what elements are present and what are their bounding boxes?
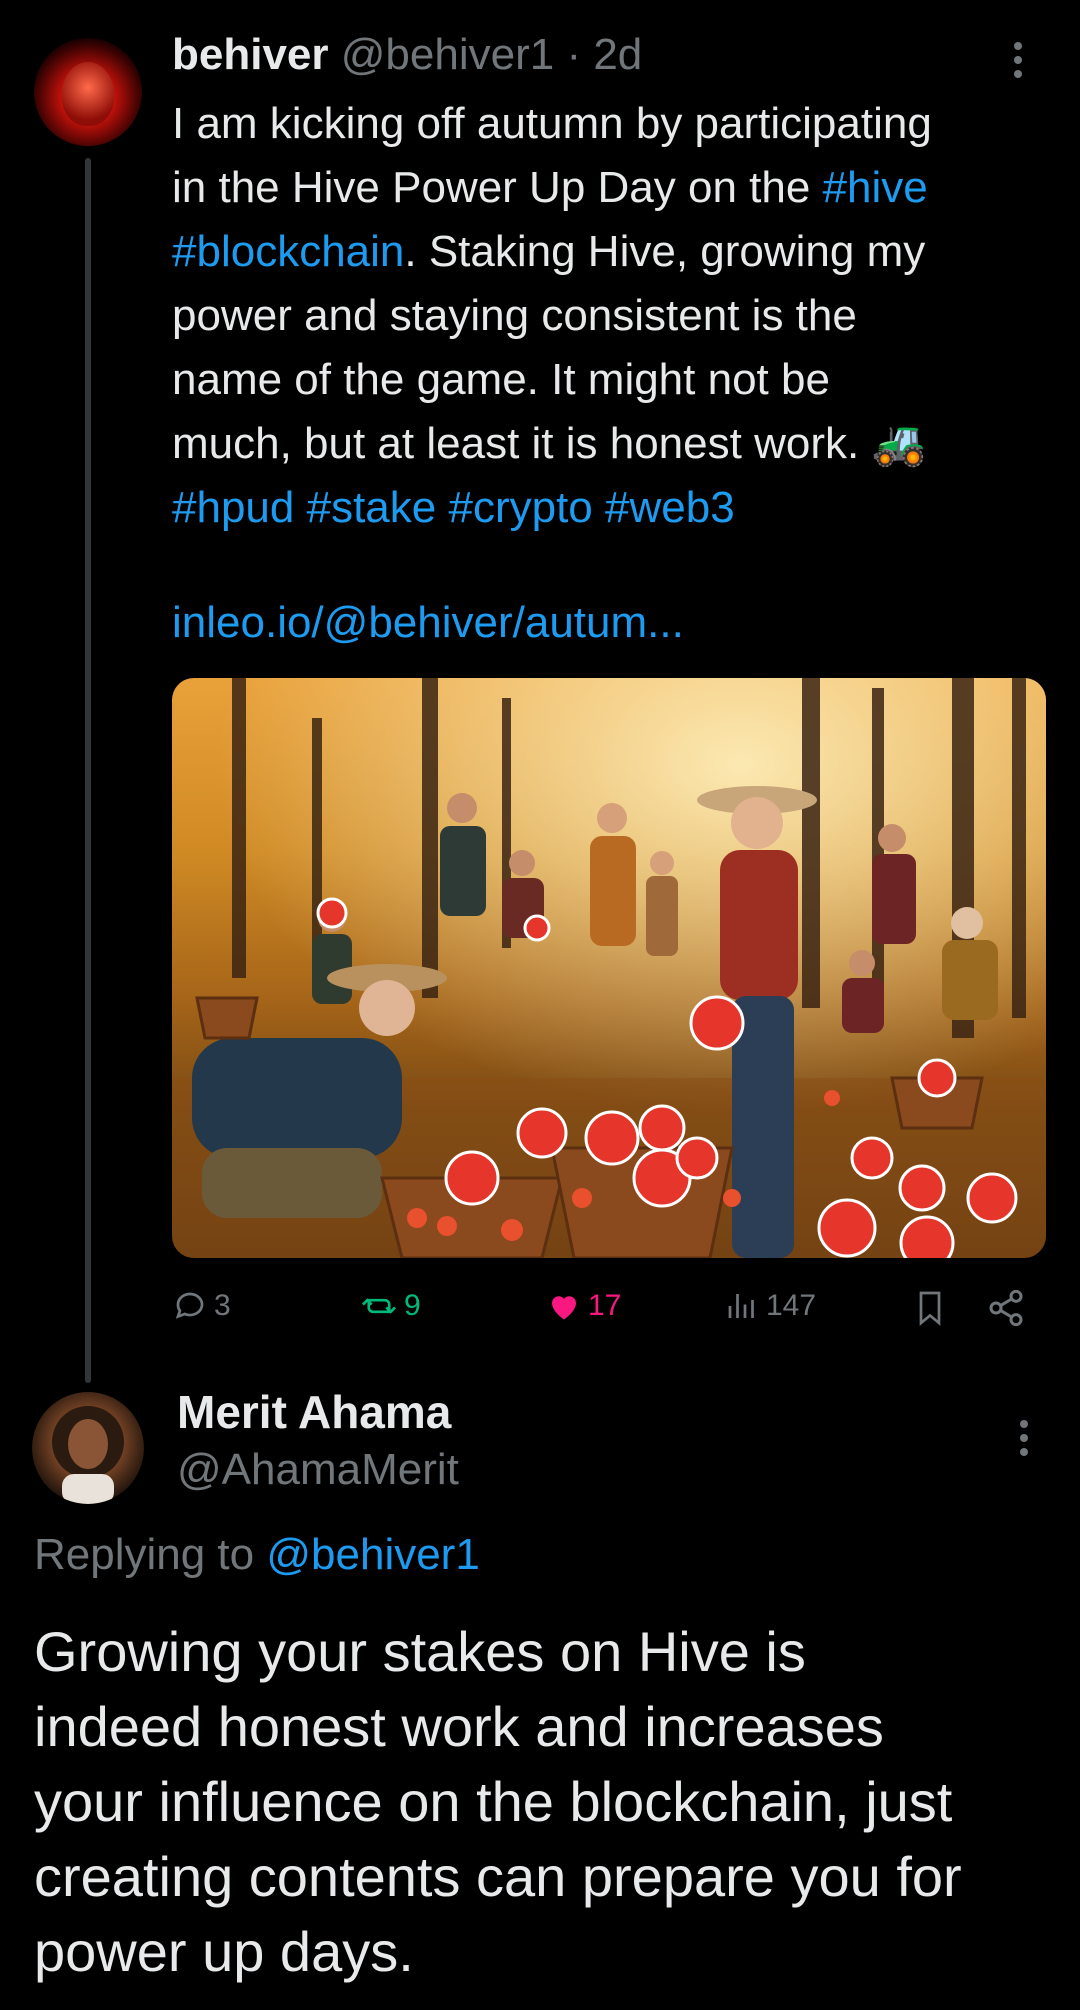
tweet-link[interactable]: inleo.io/@behiver/autum... <box>172 598 684 648</box>
tweet-text-line: I am kicking off autumn by participating <box>172 92 1052 156</box>
tweet-text-segment: power and staying consistent is the <box>172 291 857 340</box>
tweet-text-segment: 🚜 <box>871 419 927 468</box>
reply-text-line: indeed honest work and increases <box>34 1695 884 1758</box>
views-chart-icon <box>728 1294 754 1318</box>
reply-more-options-icon[interactable] <box>1016 1420 1032 1460</box>
repost-button[interactable]: 9 <box>360 1288 421 1324</box>
author-display-name[interactable]: behiver <box>172 30 329 79</box>
tweet-action-bar: 3 9 17 147 <box>172 1282 1052 1338</box>
bookmark-button[interactable] <box>912 1288 948 1328</box>
tweet-text-segment: . Staking Hive, growing my <box>404 227 926 276</box>
replying-to-line: Replying to @behiver1 <box>34 1530 480 1580</box>
tweet-text: I am kicking off autumn by participating… <box>172 92 1052 540</box>
tweet-text-line: #hpud #stake #crypto #web3 <box>172 476 1052 540</box>
merit-avatar[interactable] <box>32 1392 144 1504</box>
profile-photo <box>52 1406 124 1504</box>
reply-text-line: power up days. <box>34 1920 414 1983</box>
reply-text: Growing your stakes on Hive is indeed hon… <box>34 1614 1054 1989</box>
hashtag-link[interactable]: #web3 <box>605 483 735 532</box>
tweet-text-segment <box>436 483 448 532</box>
hashtag-link[interactable]: #stake <box>307 483 437 532</box>
hashtag-link[interactable]: #blockchain <box>172 227 404 276</box>
bookmark-icon <box>919 1291 941 1326</box>
reply-text-line: your influence on the blockchain, just <box>34 1770 953 1833</box>
tweet-text-line: much, but at least it is honest work. 🚜 <box>172 412 1052 476</box>
tweet-text-segment: I am kicking off autumn by participating <box>172 99 932 148</box>
tweet-time[interactable]: 2d <box>593 30 642 79</box>
views-count: 147 <box>766 1289 817 1322</box>
reply-count: 3 <box>214 1289 231 1322</box>
reply-text-line: Growing your stakes on Hive is <box>34 1620 806 1683</box>
more-options-icon[interactable] <box>1010 42 1026 82</box>
tweet-text-segment <box>593 483 605 532</box>
tweet-text-segment <box>294 483 306 532</box>
views-button[interactable]: 147 <box>724 1288 816 1324</box>
author-handle[interactable]: @behiver1 <box>341 30 554 79</box>
hashtag-link[interactable]: #hive <box>823 163 928 212</box>
tweet-text-segment: much, but at least it is honest work. <box>172 419 872 468</box>
like-count: 17 <box>588 1289 622 1322</box>
share-icon <box>989 1289 1023 1327</box>
tweet-header: behiver @behiver1 · 2d <box>172 30 642 80</box>
like-button[interactable]: 17 <box>546 1288 621 1324</box>
replying-to-handle[interactable]: @behiver1 <box>266 1530 479 1579</box>
tweet-text-line: #blockchain. Staking Hive, growing my <box>172 220 1052 284</box>
thread-connector-line <box>85 158 91 1383</box>
reply-author-name[interactable]: Merit Ahama <box>177 1385 451 1439</box>
time-separator: · <box>566 30 582 79</box>
reply-button[interactable]: 3 <box>172 1288 231 1324</box>
reply-icon <box>175 1292 204 1319</box>
behiver-avatar[interactable] <box>34 38 142 146</box>
reply-text-line: creating contents can prepare you for <box>34 1845 962 1908</box>
share-button[interactable] <box>986 1288 1026 1328</box>
reply-author-handle[interactable]: @AhamaMerit <box>177 1445 459 1495</box>
tweet-text-segment: in the Hive Power Up Day on the <box>172 163 823 212</box>
tweet-text-line: name of the game. It might not be <box>172 348 1052 412</box>
replying-to-prefix: Replying to <box>34 1530 267 1579</box>
heart-icon <box>552 1296 576 1320</box>
hashtag-link[interactable]: #crypto <box>448 483 592 532</box>
repost-count: 9 <box>404 1289 421 1322</box>
tweet-image[interactable] <box>172 678 1046 1258</box>
tweet-text-line: in the Hive Power Up Day on the #hive <box>172 156 1052 220</box>
tweet-text-line: power and staying consistent is the <box>172 284 1052 348</box>
repost-icon <box>361 1298 397 1314</box>
autumn-forest-photo <box>172 678 1046 1258</box>
tweet-text-segment: name of the game. It might not be <box>172 355 830 404</box>
hashtag-link[interactable]: #hpud <box>172 483 294 532</box>
